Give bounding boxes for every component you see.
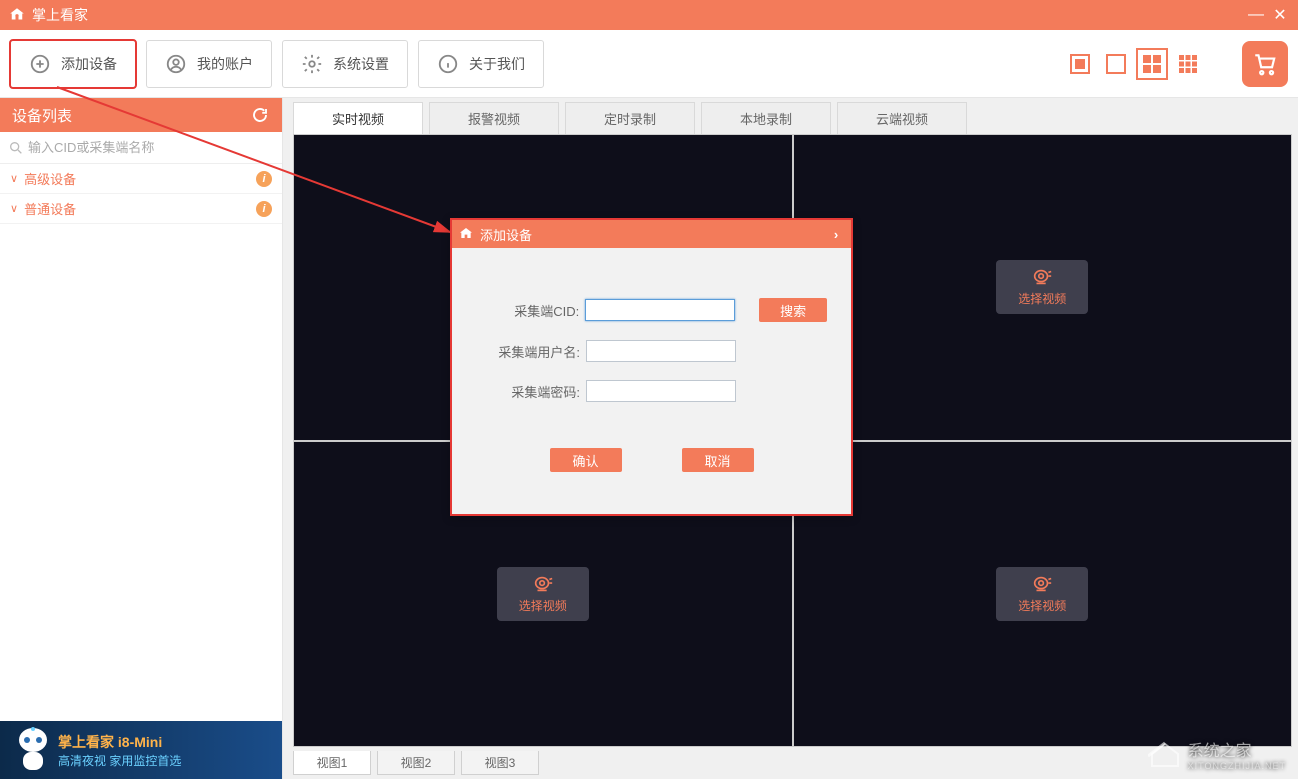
add-device-label: 添加设备 <box>61 54 117 74</box>
search-icon <box>8 140 24 156</box>
refresh-icon[interactable] <box>250 105 270 125</box>
chevron-down-icon: ∨ <box>10 172 18 185</box>
view-tabs: 视图1 视图2 视图3 <box>293 747 1292 775</box>
video-tabs: 实时视频 报警视频 定时录制 本地录制 云端视频 <box>293 102 1292 134</box>
user-circle-icon <box>165 53 187 75</box>
plus-circle-icon <box>29 53 51 75</box>
cid-input[interactable] <box>585 299 735 321</box>
device-category-advanced[interactable]: ∨ 高级设备 i <box>0 164 282 194</box>
view-tab-1[interactable]: 视图1 <box>293 751 371 775</box>
username-label: 采集端用户名: <box>476 342 586 361</box>
password-label: 采集端密码: <box>476 382 586 401</box>
select-video-button[interactable]: 选择视频 <box>996 260 1088 314</box>
cart-button[interactable] <box>1242 41 1288 87</box>
search-button[interactable]: 搜索 <box>759 298 827 322</box>
sidebar-ad[interactable]: 掌上看家 i8-Mini 高清夜视 家用监控首选 <box>0 721 282 779</box>
tab-cloud-video[interactable]: 云端视频 <box>837 102 967 134</box>
video-cell-2[interactable]: 选择视频 <box>794 135 1292 440</box>
app-logo-icon <box>8 6 26 24</box>
device-sidebar: 设备列表 ∨ 高级设备 i ∨ 普通设备 i 掌上看家 <box>0 98 283 779</box>
password-input[interactable] <box>586 380 736 402</box>
confirm-button[interactable]: 确认 <box>550 448 622 472</box>
cid-label: 采集端CID: <box>476 301 585 320</box>
system-settings-button[interactable]: 系统设置 <box>282 40 408 88</box>
info-badge-icon[interactable]: i <box>256 171 272 187</box>
info-badge-icon[interactable]: i <box>256 201 272 217</box>
minimize-button[interactable]: — <box>1246 5 1266 25</box>
device-search-input[interactable] <box>28 140 274 155</box>
add-device-button[interactable]: 添加设备 <box>10 40 136 88</box>
add-device-dialog: 添加设备 › 采集端CID: 搜索 采集端用户名: 采集端密码: 确认 取消 <box>450 218 853 516</box>
layout-fullscreen-icon[interactable] <box>1102 50 1130 78</box>
main-toolbar: 添加设备 我的账户 系统设置 关于我们 <box>0 30 1298 98</box>
layout-single-icon[interactable] <box>1066 50 1094 78</box>
robot-icon <box>8 725 58 775</box>
dialog-title: 添加设备 <box>480 225 532 244</box>
dialog-titlebar: 添加设备 › <box>452 220 851 248</box>
home-icon <box>458 226 474 242</box>
layout-3x3-icon[interactable] <box>1174 50 1202 78</box>
tab-alarm-video[interactable]: 报警视频 <box>429 102 559 134</box>
category-label: 高级设备 <box>24 169 76 188</box>
view-tab-3[interactable]: 视图3 <box>461 751 539 775</box>
sidebar-title: 设备列表 <box>12 105 72 126</box>
system-settings-label: 系统设置 <box>333 54 389 74</box>
app-title: 掌上看家 <box>32 5 88 25</box>
tab-live-video[interactable]: 实时视频 <box>293 102 423 134</box>
chevron-down-icon: ∨ <box>10 202 18 215</box>
about-us-button[interactable]: 关于我们 <box>418 40 544 88</box>
select-video-button[interactable]: 选择视频 <box>996 567 1088 621</box>
view-tab-2[interactable]: 视图2 <box>377 751 455 775</box>
sidebar-search <box>0 132 282 164</box>
about-us-label: 关于我们 <box>469 54 525 74</box>
tab-scheduled-record[interactable]: 定时录制 <box>565 102 695 134</box>
layout-switcher <box>1066 50 1202 78</box>
device-category-normal[interactable]: ∨ 普通设备 i <box>0 194 282 224</box>
cancel-button[interactable]: 取消 <box>682 448 754 472</box>
dialog-close-icon[interactable]: › <box>827 227 845 242</box>
my-account-label: 我的账户 <box>197 54 253 74</box>
category-label: 普通设备 <box>24 199 76 218</box>
ad-line1: 掌上看家 i8-Mini <box>58 732 181 752</box>
close-window-button[interactable]: ✕ <box>1270 5 1290 25</box>
layout-2x2-icon[interactable] <box>1138 50 1166 78</box>
sidebar-header: 设备列表 <box>0 98 282 132</box>
info-circle-icon <box>437 53 459 75</box>
select-video-button[interactable]: 选择视频 <box>497 567 589 621</box>
video-cell-4[interactable]: 选择视频 <box>794 442 1292 747</box>
title-bar: 掌上看家 — ✕ <box>0 0 1298 30</box>
username-input[interactable] <box>586 340 736 362</box>
gear-icon <box>301 53 323 75</box>
ad-line2: 高清夜视 家用监控首选 <box>58 752 181 769</box>
tab-local-record[interactable]: 本地录制 <box>701 102 831 134</box>
my-account-button[interactable]: 我的账户 <box>146 40 272 88</box>
